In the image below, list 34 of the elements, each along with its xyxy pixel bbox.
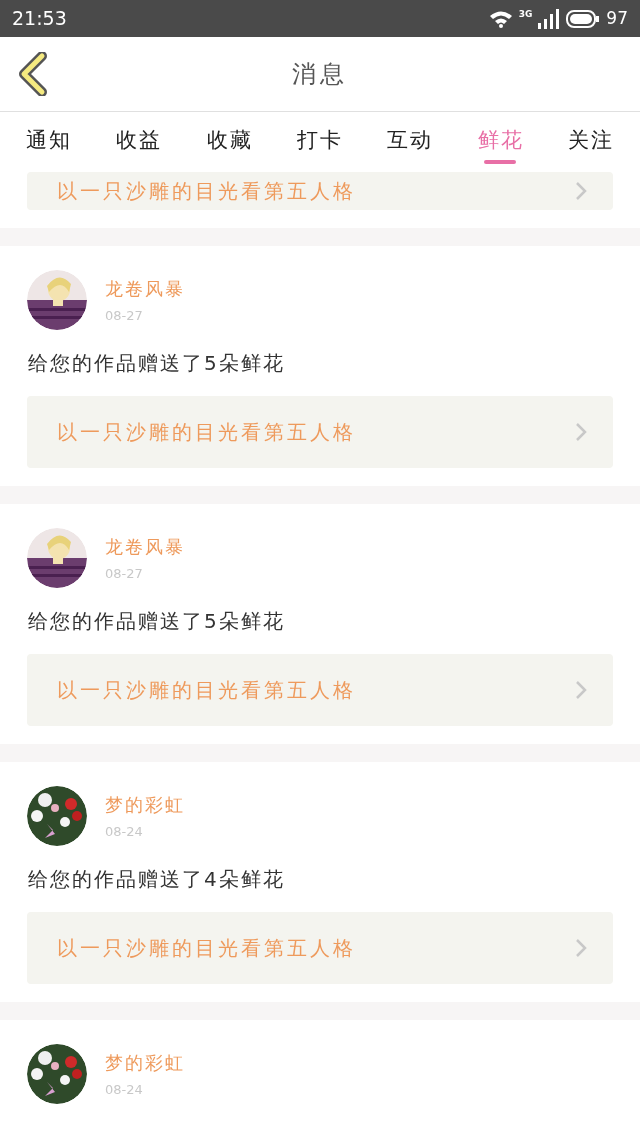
work-link-card[interactable]: 以一只沙雕的目光看第五人格 [27,172,613,210]
category-tab[interactable]: 互动 [387,112,434,170]
chevron-right-icon [575,938,587,958]
network-label: 3G [518,7,533,21]
work-title: 以一只沙雕的目光看第五人格 [57,178,356,205]
wifi-icon [488,9,513,28]
work-link-card[interactable]: 以一只沙雕的目光看第五人格 [27,654,613,726]
category-tab[interactable]: 鲜花 [477,112,524,170]
work-title: 以一只沙雕的目光看第五人格 [57,677,356,704]
chevron-right-icon [575,680,587,700]
work-title: 以一只沙雕的目光看第五人格 [57,419,356,446]
message-text: 给您的作品赠送了5朵鲜花 [27,350,286,377]
category-tab[interactable]: 收藏 [206,112,253,170]
sender-name[interactable]: 龙卷风暴 [105,274,185,302]
signal-icon [538,8,561,29]
page-title: 消息 [292,59,348,90]
sender-name[interactable]: 梦的彩虹 [105,790,185,818]
message-text: 给您的作品赠送了5朵鲜花 [27,608,286,635]
battery-level: 97 [606,6,628,30]
category-tab[interactable]: 收益 [116,112,163,170]
category-tab[interactable]: 打卡 [297,112,343,170]
chevron-right-icon [575,181,587,201]
category-tab[interactable]: 通知 [26,112,73,170]
sender-name[interactable]: 龙卷风暴 [105,532,185,560]
battery-icon [566,9,601,28]
back-button[interactable] [18,52,48,96]
work-title: 以一只沙雕的目光看第五人格 [57,935,356,962]
chevron-right-icon [575,422,587,442]
message-text: 给您的作品赠送了4朵鲜花 [27,866,286,893]
sender-name[interactable]: 梦的彩虹 [105,1048,185,1076]
work-link-card[interactable]: 以一只沙雕的目光看第五人格 [27,912,613,984]
work-link-card[interactable]: 以一只沙雕的目光看第五人格 [27,396,613,468]
clock-time: 21:53 [12,6,67,32]
category-tab[interactable]: 关注 [567,112,614,170]
